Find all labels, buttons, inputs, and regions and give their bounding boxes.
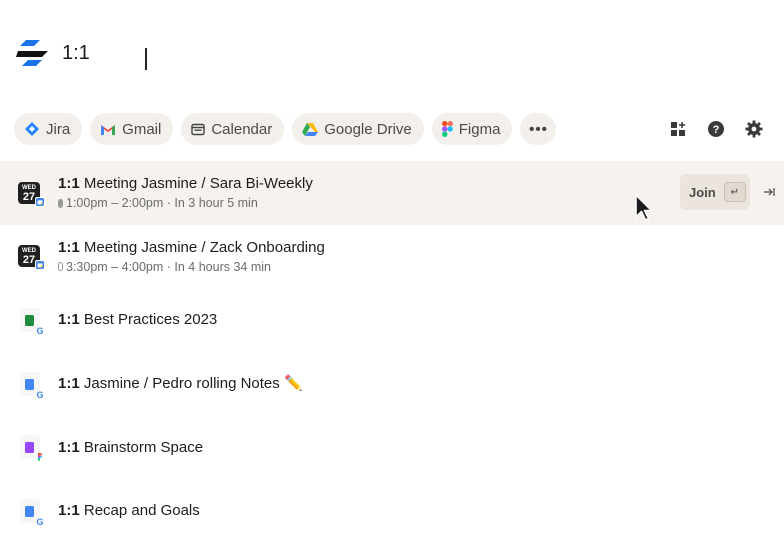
result-title: 1:1 Best Practices 2023 <box>58 311 218 329</box>
settings-button[interactable] <box>744 119 764 139</box>
result-subtitle: 3:30pm – 4:00pm · In 4 hours 34 min <box>58 259 325 275</box>
result-title: 1:1 Meeting Jasmine / Zack Onboarding <box>58 238 325 256</box>
open-external-button[interactable] <box>762 185 776 199</box>
result-title: 1:1 Recap and Goals <box>58 502 200 520</box>
google-calendar-badge-icon <box>35 196 45 207</box>
result-row[interactable]: G 1:1 Jasmine / Pedro rolling Notes ✏️ <box>0 352 784 416</box>
mouse-pointer-icon <box>635 194 653 221</box>
status-pill-icon <box>58 198 63 208</box>
filter-row: Jira Gmail Calendar Google Drive Figma •… <box>14 113 770 145</box>
google-docs-icon: G <box>18 371 44 399</box>
status-pill-icon <box>58 262 63 272</box>
result-row[interactable]: WED 27 1:1 Meeting Jasmine / Zack Onboard… <box>0 225 784 289</box>
result-row[interactable]: G 1:1 Recap and Goals <box>0 479 784 539</box>
figma-badge-icon <box>38 453 42 461</box>
filter-chip-label: Figma <box>458 120 501 138</box>
svg-text:?: ? <box>713 124 720 136</box>
calendar-event-icon: WED 27 <box>18 180 45 207</box>
result-title: 1:1 Brainstorm Space <box>58 438 204 456</box>
jira-icon <box>25 122 39 136</box>
more-icon: ••• <box>529 120 548 138</box>
google-sheets-icon: G <box>18 307 44 335</box>
filter-chip-label: Jira <box>46 120 71 138</box>
svg-text:G: G <box>36 390 43 399</box>
google-calendar-badge-icon <box>35 260 45 271</box>
result-subtitle: 1:00pm – 2:00pm · In 3 hour 5 min <box>58 195 313 211</box>
result-title: 1:1 Meeting Jasmine / Sara Bi-Weekly <box>58 175 313 193</box>
text-caret <box>145 47 147 70</box>
filter-chip-label: Google Drive <box>324 120 412 138</box>
help-button[interactable]: ? <box>706 119 726 139</box>
add-widget-button[interactable] <box>668 119 688 139</box>
result-row[interactable]: G 1:1 Best Practices 2023 <box>0 288 784 352</box>
filter-chip-google-drive[interactable]: Google Drive <box>292 113 424 145</box>
result-title: 1:1 Jasmine / Pedro rolling Notes ✏️ <box>58 375 303 393</box>
filter-chip-label: Calendar <box>211 120 273 138</box>
results-list: WED 27 1:1 Meeting Jasmine / Sara Bi-Week… <box>0 161 784 539</box>
gmail-icon <box>101 124 116 135</box>
result-row[interactable]: 1:1 Brainstorm Space <box>0 415 784 479</box>
calendar-icon <box>191 123 206 135</box>
google-badge-icon: G <box>36 517 43 526</box>
toolbar-right: ? <box>668 119 770 139</box>
filter-chip-label: Gmail <box>122 120 162 138</box>
calendar-event-icon: WED 27 <box>18 243 45 271</box>
filter-chip-calendar[interactable]: Calendar <box>181 113 285 145</box>
svg-text:G: G <box>36 326 43 335</box>
search-input[interactable] <box>62 41 662 65</box>
filter-chip-figma[interactable]: Figma <box>431 113 513 145</box>
enter-key-icon: ↵ <box>723 182 746 202</box>
join-button[interactable]: Join ↵ <box>680 174 750 210</box>
google-badge-icon: G <box>36 326 43 335</box>
result-row[interactable]: WED 27 1:1 Meeting Jasmine / Sara Bi-Week… <box>0 161 784 225</box>
figjam-icon <box>18 434 44 461</box>
search-bar <box>16 36 662 70</box>
help-icon: ? <box>708 121 724 137</box>
filter-chip-jira[interactable]: Jira <box>14 113 83 145</box>
google-drive-icon <box>302 123 319 136</box>
more-filters-button[interactable]: ••• <box>520 113 557 145</box>
filter-chip-gmail[interactable]: Gmail <box>90 113 174 145</box>
gear-icon <box>745 120 763 138</box>
arrow-right-to-line-icon <box>764 188 775 196</box>
figma-icon <box>441 121 453 137</box>
google-docs-icon: G <box>18 498 44 526</box>
svg-text:G: G <box>36 517 43 526</box>
app-logo-icon <box>16 40 48 66</box>
grid-plus-icon <box>671 122 685 136</box>
google-badge-icon: G <box>36 390 43 399</box>
